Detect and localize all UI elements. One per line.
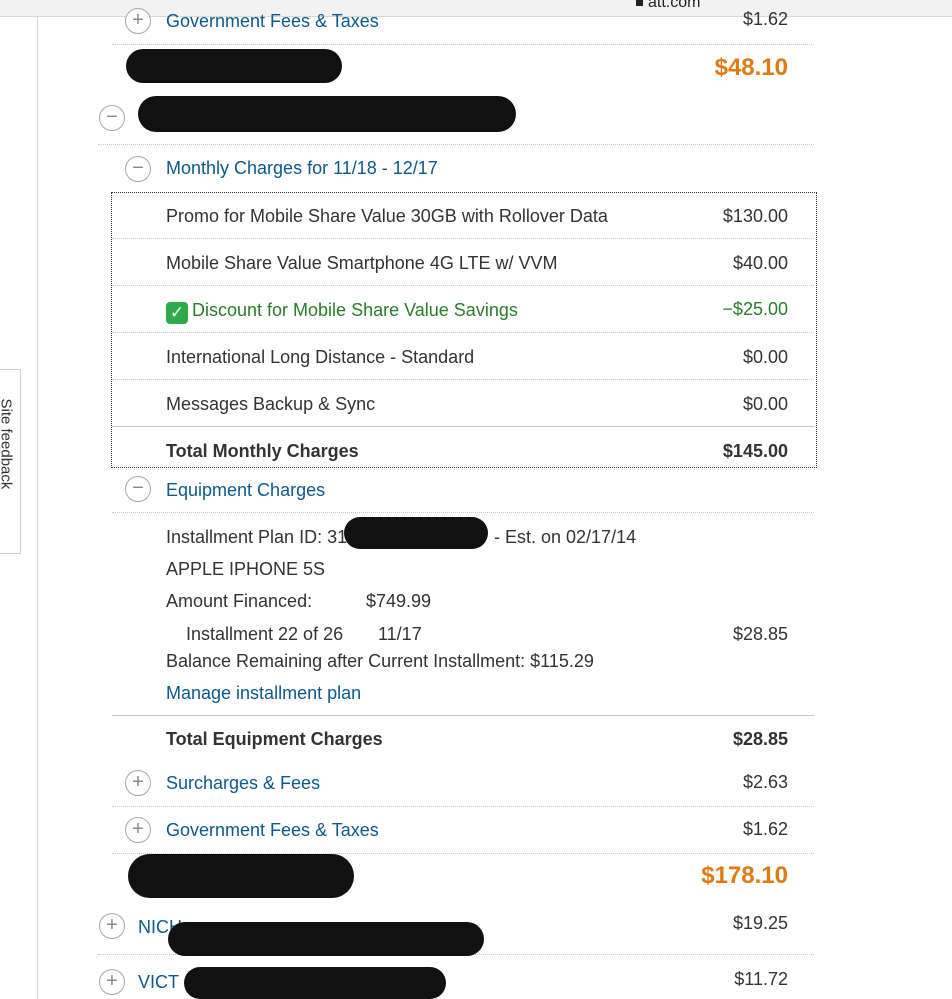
redaction	[138, 96, 516, 132]
installment-amount: $28.85	[732, 624, 788, 644]
installment-plan-est: - Est. on 02/17/14	[494, 527, 637, 547]
charge-amount: $40.00	[732, 253, 788, 273]
charge-row: Promo for Mobile Share Value 30GB with R…	[112, 193, 814, 239]
charge-row: International Long Distance - Standard $…	[112, 333, 814, 380]
discount-amount: −$25.00	[722, 299, 788, 319]
charge-label: Messages Backup & Sync	[166, 394, 376, 414]
expand-plus-icon[interactable]: +	[99, 969, 125, 995]
other-line-row[interactable]: + VICT $11.72	[98, 955, 814, 999]
gov-fees-row-top[interactable]: + Government Fees & Taxes $1.62	[112, 0, 814, 45]
discount-label: ✓ Discount for Mobile Share Value Savings	[166, 300, 518, 324]
monthly-total-label: Total Monthly Charges	[166, 441, 359, 461]
line-header-row[interactable]: −	[98, 94, 814, 145]
expand-plus-icon[interactable]: +	[99, 913, 125, 939]
redaction	[168, 922, 484, 956]
other-line-amount: $11.72	[734, 969, 788, 989]
charge-row: Messages Backup & Sync $0.00	[112, 380, 814, 427]
equipment-total-amount: $28.85	[732, 729, 788, 749]
equipment-divider	[112, 668, 814, 716]
monthly-total-row: Total Monthly Charges $145.00	[112, 427, 814, 467]
gov-fees-amount: $1.62	[742, 819, 788, 839]
redaction	[128, 854, 354, 898]
expand-plus-icon[interactable]: +	[125, 770, 151, 796]
installment-plan-id: Installment Plan ID: 31	[166, 527, 348, 547]
device-name: APPLE IPHONE 5S	[166, 559, 326, 579]
amount-financed-value: $749.99	[366, 591, 432, 611]
redaction	[344, 517, 488, 549]
monthly-charges-title[interactable]: Monthly Charges for 11/18 - 12/17	[166, 158, 438, 179]
charge-amount: $130.00	[722, 206, 788, 226]
charge-label: Mobile Share Value Smartphone 4G LTE w/ …	[166, 253, 558, 273]
redaction	[126, 49, 342, 83]
other-line-amount: $19.25	[732, 913, 788, 933]
charge-amount: $0.00	[742, 347, 788, 367]
redaction	[184, 967, 446, 999]
equipment-total-label: Total Equipment Charges	[166, 729, 383, 749]
page-border	[37, 16, 38, 999]
discount-row: ✓ Discount for Mobile Share Value Savings…	[112, 286, 814, 333]
expand-plus-icon[interactable]: +	[125, 817, 151, 843]
charge-amount: $0.00	[742, 394, 788, 414]
site-feedback-label: Site feedback	[0, 398, 15, 490]
monthly-total-amount: $145.00	[722, 441, 788, 461]
monthly-charges-header[interactable]: − Monthly Charges for 11/18 - 12/17	[112, 145, 814, 190]
installment-date: 11/17	[378, 624, 422, 644]
expand-plus-icon[interactable]: +	[125, 8, 151, 34]
gov-fees-row[interactable]: + Government Fees & Taxes $1.62	[112, 807, 814, 854]
surcharges-row[interactable]: + Surcharges & Fees $2.63	[112, 762, 814, 807]
collapse-minus-icon[interactable]: −	[125, 476, 151, 502]
checkmark-icon: ✓	[166, 302, 188, 324]
surcharges-amount: $2.63	[742, 772, 788, 792]
gov-fees-label[interactable]: Government Fees & Taxes	[166, 820, 379, 841]
charge-label: Promo for Mobile Share Value 30GB with R…	[166, 206, 608, 226]
line-total-row: $48.10	[112, 45, 814, 93]
other-line-row[interactable]: + NICH $19.25	[98, 900, 814, 956]
other-line-label[interactable]: VICT	[138, 972, 179, 993]
equipment-total-row: Total Equipment Charges $28.85	[112, 716, 814, 762]
equipment-charges-title[interactable]: Equipment Charges	[166, 480, 325, 501]
collapse-minus-icon[interactable]: −	[125, 156, 151, 182]
installment-label: Installment 22 of 26	[186, 624, 344, 644]
charge-row: Mobile Share Value Smartphone 4G LTE w/ …	[112, 239, 814, 286]
charge-label: International Long Distance - Standard	[166, 347, 475, 367]
site-feedback-tab[interactable]: Site feedback	[0, 369, 21, 554]
gov-fees-amount: $1.62	[742, 9, 788, 29]
amount-financed-label: Amount Financed:	[166, 591, 313, 611]
surcharges-label[interactable]: Surcharges & Fees	[166, 773, 320, 794]
line-total-amount: $178.10	[701, 862, 788, 889]
equipment-charges-header[interactable]: − Equipment Charges	[112, 467, 814, 513]
line-total-row: $178.10	[112, 854, 814, 900]
line-total-amount: $48.10	[714, 54, 788, 81]
gov-fees-label[interactable]: Government Fees & Taxes	[166, 11, 379, 32]
collapse-minus-icon[interactable]: −	[99, 105, 125, 131]
